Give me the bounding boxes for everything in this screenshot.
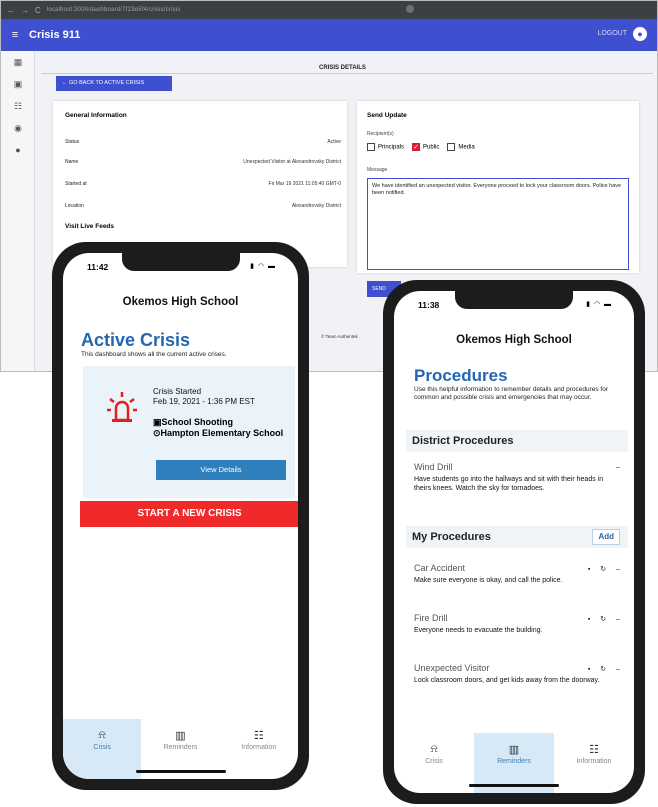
home-indicator xyxy=(469,784,559,787)
crisis-location: ⊙Hampton Elementary School xyxy=(153,428,284,438)
phone-active-crisis: 11:42 ▮ ◠ ▬ Okemos High School Active Cr… xyxy=(52,242,309,790)
tab-crisis[interactable]: ⍾ Crisis xyxy=(63,719,142,779)
tab-information[interactable]: ☷ Information xyxy=(220,719,298,779)
recipients-group: Principals ✓ Public Media xyxy=(367,143,475,151)
reload-icon[interactable]: C xyxy=(35,6,41,15)
procedure-desc: Lock classroom doors, and get kids away … xyxy=(414,677,600,684)
live-feeds-heading[interactable]: Visit Live Feeds xyxy=(65,223,114,230)
edit-delete-icons[interactable]: ▪ ↻ – xyxy=(588,615,624,623)
district-procedures-heading: District Procedures xyxy=(406,430,628,452)
school-name: Okemos High School xyxy=(456,334,572,346)
address-bar[interactable]: localhost:3000/dashboard/7f23e5f4/crisis… xyxy=(47,7,181,13)
profile-icon[interactable] xyxy=(406,5,414,13)
status-time: 11:42 xyxy=(87,262,109,272)
checkbox-checked[interactable]: ✓ xyxy=(412,143,421,151)
footer-text: © Team Authentek xyxy=(321,334,358,339)
signal-battery-icon: ▮ ◠ ▬ xyxy=(250,263,276,270)
info-row-status: Status Active xyxy=(65,139,341,145)
add-procedure-button[interactable]: Add xyxy=(592,529,620,545)
info-row-location: Location Alexandrovsky District xyxy=(65,203,341,209)
siren-icon: ⍾ xyxy=(430,743,438,755)
message-label: Message xyxy=(367,167,388,173)
school-name: Okemos High School xyxy=(122,296,239,308)
my-procedures-section: My Procedures Add xyxy=(406,526,628,548)
procedure-desc: Make sure everyone is okay, and call the… xyxy=(414,577,563,584)
signal-battery-icon: ▮ ◠ ▬ xyxy=(586,301,612,308)
phone-screen: 11:42 ▮ ◠ ▬ Okemos High School Active Cr… xyxy=(63,253,298,779)
app-title: Crisis 911 xyxy=(29,29,81,41)
page-description: Use this helpful information to remember… xyxy=(414,386,609,401)
send-update-card: Send Update Recipient(s) Principals ✓ Pub… xyxy=(357,101,639,273)
checkbox[interactable] xyxy=(447,143,456,151)
browser-chrome: ← → C localhost:3000/dashboard/7f23e5f4/… xyxy=(1,1,657,19)
send-update-title: Send Update xyxy=(367,112,407,119)
people-icon: ☷ xyxy=(253,730,264,742)
procedure-title: Wind Drill xyxy=(414,462,453,472)
procedure-item[interactable]: Car Accident Make sure everyone is okay,… xyxy=(414,563,628,585)
app-bar: ≡ Crisis 911 LOGOUT ● xyxy=(1,19,657,51)
book-icon: ▥ xyxy=(175,730,186,742)
start-new-crisis-button[interactable]: START A NEW CRISIS xyxy=(80,501,298,527)
back-icon[interactable]: ← xyxy=(7,6,15,15)
message-textarea[interactable]: We have identified an unexpected visitor… xyxy=(367,178,629,270)
forward-icon[interactable]: → xyxy=(21,6,29,15)
logout-button[interactable]: LOGOUT xyxy=(597,30,627,37)
account-icon[interactable]: ● xyxy=(633,27,647,41)
recipient-public[interactable]: ✓ Public xyxy=(412,143,439,151)
crisis-started-label: Crisis Started xyxy=(153,387,202,396)
procedure-item[interactable]: Unexpected Visitor Lock classroom doors,… xyxy=(414,663,628,685)
recipient-principals[interactable]: Principals xyxy=(367,143,404,151)
procedure-item[interactable]: Wind Drill Have students go into the hal… xyxy=(414,462,628,493)
people-icon[interactable]: ☷ xyxy=(1,95,35,117)
phone-screen: 11:38 ▮ ◠ ▬ Okemos High School Procedure… xyxy=(394,291,634,793)
siren-icon: ⍾ xyxy=(98,729,106,741)
location-icon[interactable]: ● xyxy=(1,139,35,161)
dashboard-icon[interactable]: ▦ xyxy=(1,51,35,73)
page-title: Active Crisis xyxy=(81,330,191,350)
calendar-icon: ▣ xyxy=(153,417,162,427)
my-procedures-heading: My Procedures xyxy=(412,531,491,543)
procedure-desc: Have students go into the hallways and s… xyxy=(414,476,604,492)
book-icon: ▥ xyxy=(508,744,520,756)
tab-crisis[interactable]: ⍾ Crisis xyxy=(394,733,474,793)
phone-notch xyxy=(455,291,573,309)
crisis-card: Crisis Started Feb 19, 2021 - 1:36 PM ES… xyxy=(83,366,295,498)
siren-icon xyxy=(107,392,137,422)
phone-procedures: 11:38 ▮ ◠ ▬ Okemos High School Procedure… xyxy=(383,280,645,804)
procedure-desc: Everyone needs to evacuate the building. xyxy=(414,627,543,634)
crisis-started-value: Feb 19, 2021 - 1:36 PM EST xyxy=(153,397,255,406)
status-time: 11:38 xyxy=(418,300,440,310)
checkbox[interactable] xyxy=(367,143,375,151)
edit-delete-icons[interactable]: ▪ ↻ – xyxy=(588,565,624,573)
info-row-started: Started at Fri Mar 19 2021 11:05:40 GMT-… xyxy=(65,181,341,187)
location-pin-icon: ⊙ xyxy=(153,428,161,438)
info-row-name: Name Unexpected Visitor at Alexandrovsky… xyxy=(65,159,341,165)
page-title: Procedures xyxy=(414,366,508,385)
collapse-icon[interactable]: – xyxy=(616,464,624,471)
page-description: This dashboard shows all the current act… xyxy=(81,351,227,358)
calendar-icon[interactable]: ▣ xyxy=(1,73,35,95)
phone-notch xyxy=(121,253,240,271)
home-indicator xyxy=(135,770,226,773)
view-details-button[interactable]: View Details xyxy=(156,460,286,480)
page-title: CRISIS DETAILS xyxy=(319,65,366,71)
menu-icon[interactable]: ≡ xyxy=(1,29,29,41)
settings-icon[interactable]: ◉ xyxy=(1,117,35,139)
go-back-button[interactable]: ← GO BACK TO ACTIVE CRISIS xyxy=(56,76,172,91)
procedure-item[interactable]: Fire Drill Everyone needs to evacuate th… xyxy=(414,613,628,635)
recipients-label: Recipient(s) xyxy=(367,131,394,137)
nav-rail: ▦ ▣ ☷ ◉ ● xyxy=(1,51,35,371)
recipient-media[interactable]: Media xyxy=(447,143,475,151)
people-icon: ☷ xyxy=(589,744,599,756)
general-info-title: General Information xyxy=(65,112,127,119)
edit-delete-icons[interactable]: ▪ ↻ – xyxy=(588,665,624,673)
crisis-type: ▣School Shooting xyxy=(153,417,234,427)
tab-information[interactable]: ☷ Information xyxy=(554,733,634,793)
divider xyxy=(41,73,653,74)
